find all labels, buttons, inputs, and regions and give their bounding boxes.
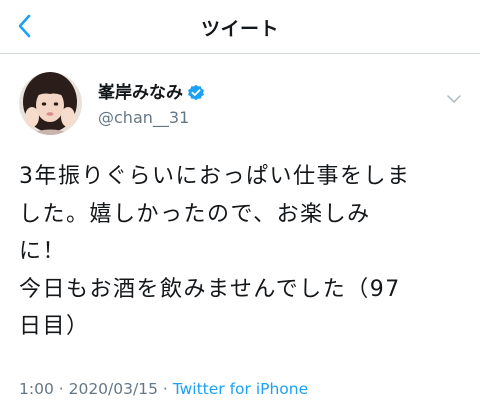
tweet-source-link[interactable]: Twitter for iPhone xyxy=(173,380,308,398)
tweet-detail: 峯岸みなみ @chan__31 3年振りぐらいにおっぱい仕事をしま した。嬉しか… xyxy=(0,54,480,417)
page-title: ツイート xyxy=(200,18,279,40)
top-nav-bar: ツイート xyxy=(0,0,480,54)
tweet-text: 3年振りぐらいにおっぱい仕事をしま した。嬉しかったので、お楽しみ に！ 今日も… xyxy=(19,158,459,346)
author-handle[interactable]: @chan__31 xyxy=(98,108,189,128)
meta-separator: · xyxy=(53,380,69,398)
tweet-meta: 1:00 · 2020/03/15 · Twitter for iPhone xyxy=(19,379,308,399)
tweet-text-line: した。嬉しかったので、お楽しみ xyxy=(19,201,371,227)
tweet-date: 2020/03/15 xyxy=(68,380,158,398)
tweet-time: 1:00 xyxy=(19,380,54,398)
avatar[interactable] xyxy=(19,72,82,135)
tweet-text-line: に！ xyxy=(19,239,67,264)
display-name: 峯岸みなみ xyxy=(98,83,183,103)
author-name-link[interactable]: 峯岸みなみ xyxy=(98,83,205,103)
tweet-menu-button[interactable] xyxy=(446,90,462,103)
tweet-text-line: 今日もお酒を飲みませんでした（97 xyxy=(19,276,401,302)
verified-badge-icon xyxy=(187,84,205,102)
tweet-text-line: 3年振りぐらいにおっぱい仕事をしま xyxy=(19,164,411,189)
meta-separator: · xyxy=(157,380,173,398)
chevron-down-icon xyxy=(447,95,461,103)
tweet-text-line: 日目） xyxy=(19,314,90,339)
